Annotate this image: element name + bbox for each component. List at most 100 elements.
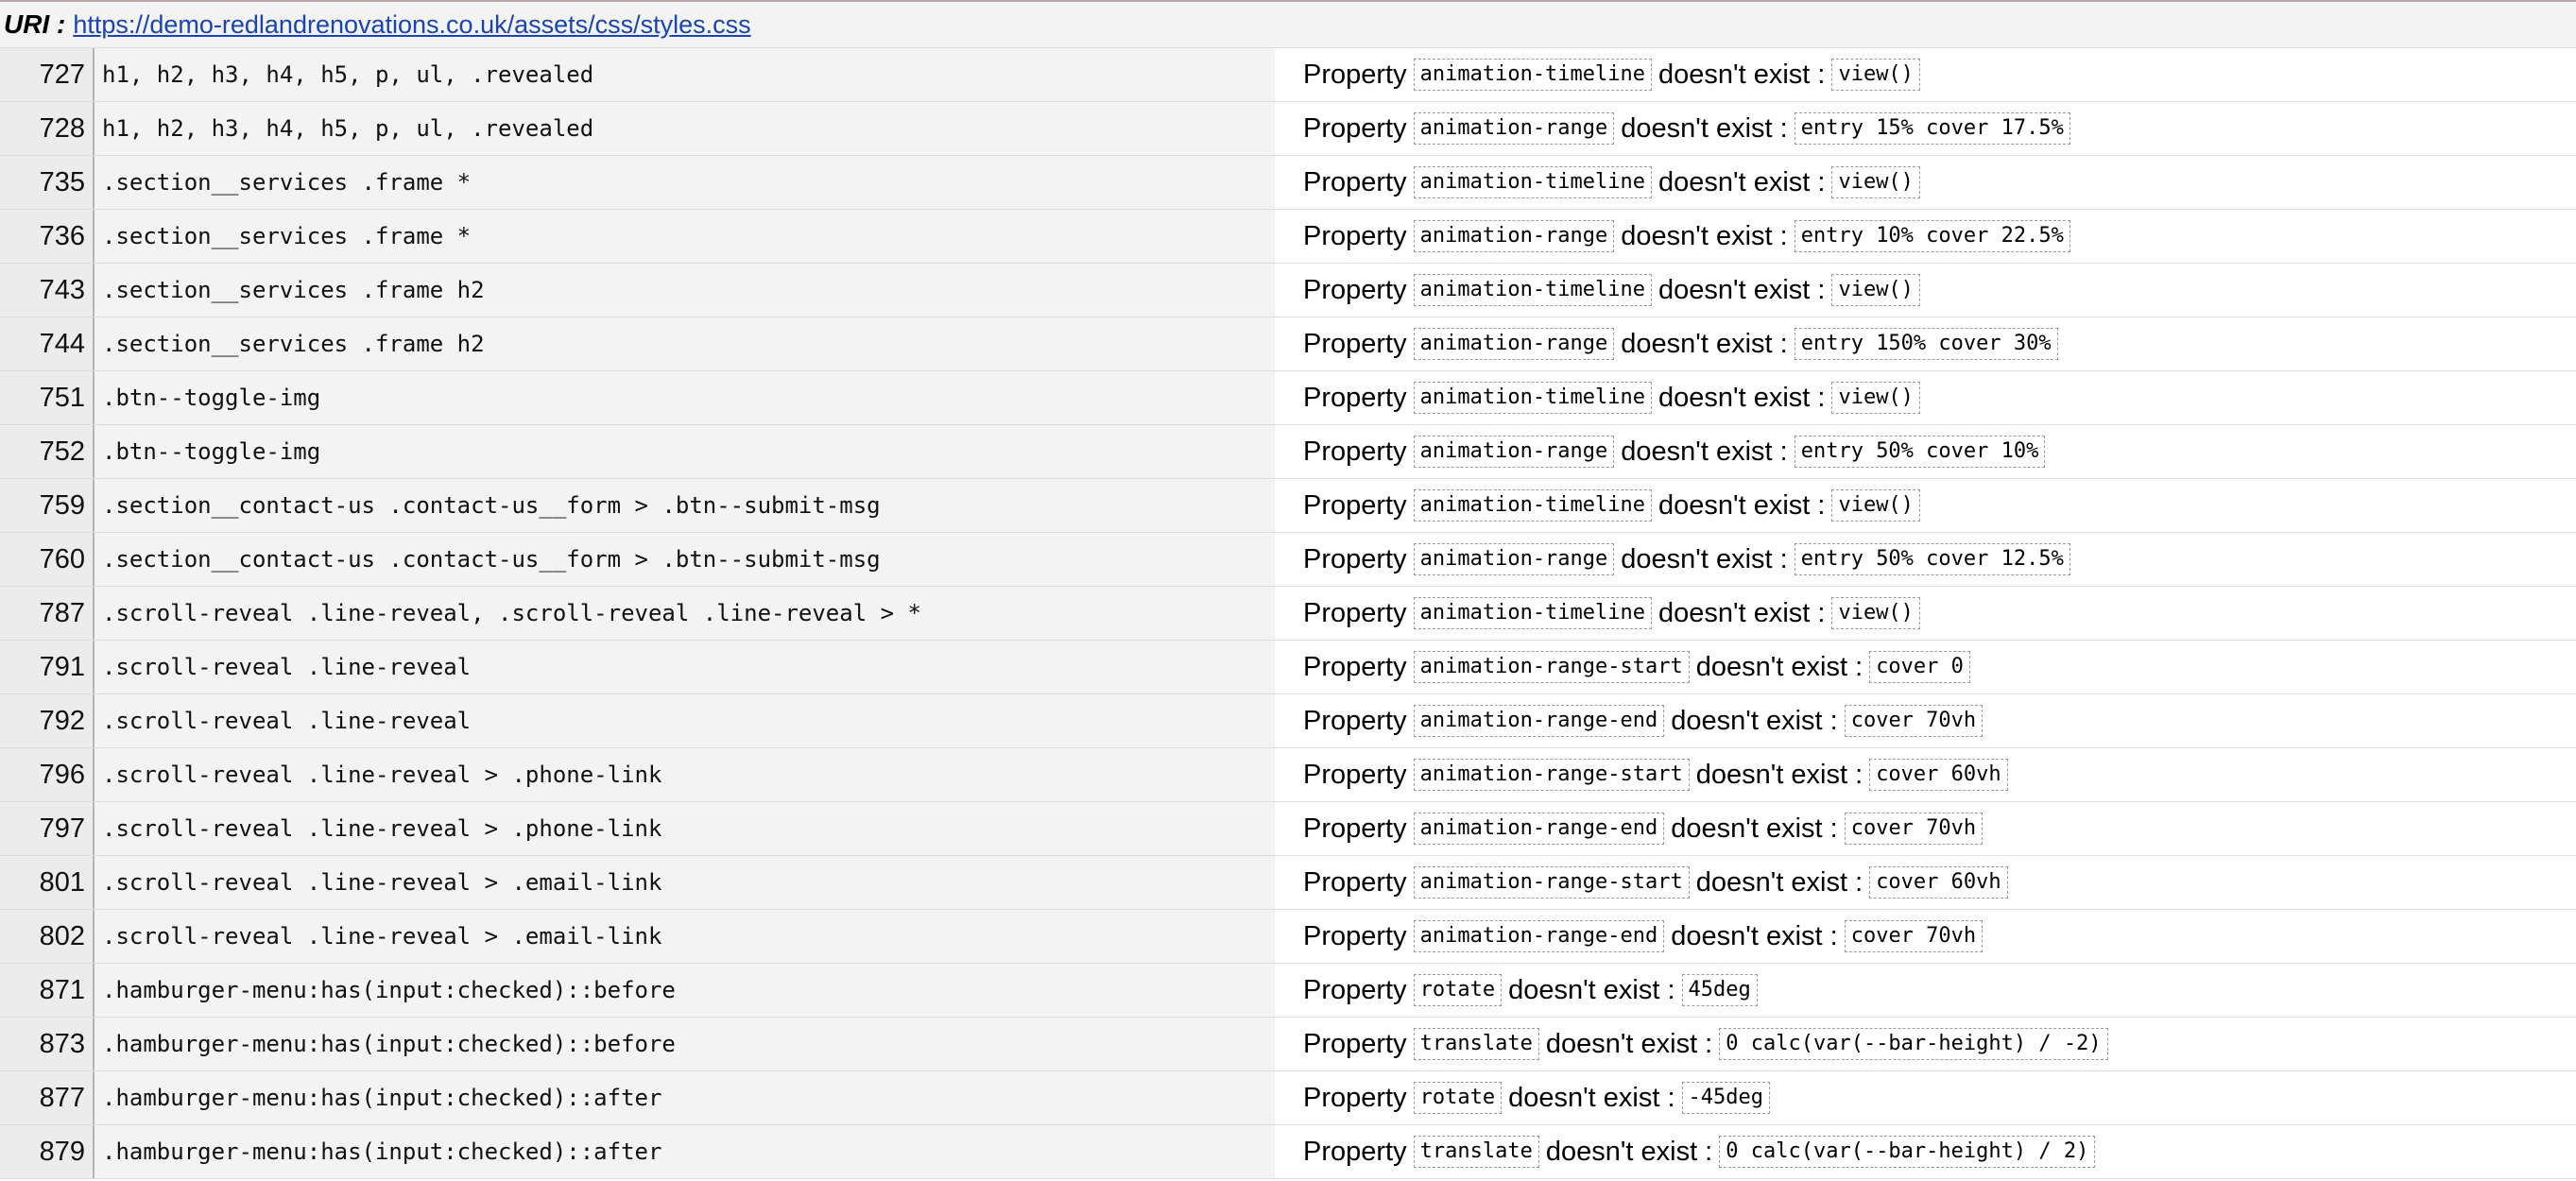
line-number: 735 — [0, 156, 94, 209]
line-number: 736 — [0, 210, 94, 263]
line-number: 792 — [0, 694, 94, 747]
uri-link[interactable]: https://demo-redlandrenovations.co.uk/as… — [73, 10, 750, 40]
error-message: Property animation-range-end doesn't exi… — [1275, 910, 2576, 963]
property-name: animation-range-start — [1413, 650, 1690, 684]
table-row: 727 h1, h2, h3, h4, h5, p, ul, .revealed… — [0, 48, 2576, 102]
property-label: Property — [1303, 543, 1407, 574]
property-value: cover 70vh — [1844, 704, 1984, 738]
error-table: 727 h1, h2, h3, h4, h5, p, ul, .revealed… — [0, 47, 2576, 1179]
line-number: 743 — [0, 264, 94, 317]
property-label: Property — [1303, 436, 1407, 467]
table-row: 802 .scroll-reveal .line-reveal > .email… — [0, 910, 2576, 964]
error-message: Property animation-range doesn't exist :… — [1275, 533, 2576, 586]
table-row: 759 .section__contact-us .contact-us__fo… — [0, 479, 2576, 533]
doesnt-exist-label: doesn't exist : — [1658, 59, 1826, 90]
table-row: 877 .hamburger-menu:has(input:checked)::… — [0, 1071, 2576, 1125]
property-label: Property — [1303, 220, 1407, 251]
line-number: 728 — [0, 102, 94, 155]
property-name: rotate — [1413, 973, 1503, 1007]
property-name: animation-timeline — [1413, 273, 1653, 307]
table-row: 728 h1, h2, h3, h4, h5, p, ul, .revealed… — [0, 102, 2576, 156]
property-label: Property — [1303, 112, 1407, 144]
css-selector: .scroll-reveal .line-reveal, .scroll-rev… — [94, 587, 1275, 640]
doesnt-exist-label: doesn't exist : — [1621, 543, 1788, 574]
property-name: animation-range-end — [1413, 812, 1665, 846]
uri-bar: URI : https://demo-redlandrenovations.co… — [0, 0, 2576, 47]
line-number: 873 — [0, 1018, 94, 1070]
error-message: Property animation-timeline doesn't exis… — [1275, 264, 2576, 317]
error-message: Property animation-range-start doesn't e… — [1275, 641, 2576, 693]
property-label: Property — [1303, 274, 1407, 305]
line-number: 796 — [0, 748, 94, 801]
line-number: 752 — [0, 425, 94, 478]
property-name: translate — [1413, 1027, 1539, 1061]
css-selector: .btn--toggle-img — [94, 425, 1275, 478]
doesnt-exist-label: doesn't exist : — [1695, 866, 1863, 898]
table-row: 801 .scroll-reveal .line-reveal > .email… — [0, 856, 2576, 910]
doesnt-exist-label: doesn't exist : — [1621, 328, 1788, 359]
property-label: Property — [1303, 489, 1407, 521]
property-value: entry 50% cover 12.5% — [1794, 542, 2070, 576]
line-number: 744 — [0, 317, 94, 370]
css-selector: .section__services .frame h2 — [94, 317, 1275, 370]
property-value: entry 150% cover 30% — [1794, 327, 2058, 361]
css-selector: .hamburger-menu:has(input:checked)::befo… — [94, 964, 1275, 1017]
error-message: Property animation-range-start doesn't e… — [1275, 856, 2576, 909]
line-number: 871 — [0, 964, 94, 1017]
table-row: 752 .btn--toggle-img Property animation-… — [0, 425, 2576, 479]
table-row: 744 .section__services .frame h2 Propert… — [0, 317, 2576, 371]
property-label: Property — [1303, 920, 1407, 951]
css-selector: .scroll-reveal .line-reveal > .email-lin… — [94, 910, 1275, 963]
doesnt-exist-label: doesn't exist : — [1545, 1028, 1713, 1059]
property-name: animation-range — [1413, 219, 1615, 253]
table-row: 797 .scroll-reveal .line-reveal > .phone… — [0, 802, 2576, 856]
property-value: view() — [1831, 273, 1920, 307]
property-value: entry 15% cover 17.5% — [1794, 111, 2070, 145]
doesnt-exist-label: doesn't exist : — [1658, 274, 1826, 305]
property-value: -45deg — [1681, 1081, 1770, 1115]
line-number: 802 — [0, 910, 94, 963]
doesnt-exist-label: doesn't exist : — [1545, 1136, 1713, 1167]
doesnt-exist-label: doesn't exist : — [1508, 1082, 1675, 1113]
table-row: 796 .scroll-reveal .line-reveal > .phone… — [0, 748, 2576, 802]
line-number: 751 — [0, 371, 94, 424]
property-name: rotate — [1413, 1081, 1503, 1115]
css-selector: h1, h2, h3, h4, h5, p, ul, .revealed — [94, 102, 1275, 155]
css-selector: .hamburger-menu:has(input:checked)::afte… — [94, 1071, 1275, 1124]
doesnt-exist-label: doesn't exist : — [1508, 974, 1675, 1005]
doesnt-exist-label: doesn't exist : — [1658, 597, 1826, 628]
property-label: Property — [1303, 59, 1407, 90]
css-selector: .section__contact-us .contact-us__form >… — [94, 479, 1275, 532]
table-row: 873 .hamburger-menu:has(input:checked)::… — [0, 1018, 2576, 1071]
line-number: 787 — [0, 587, 94, 640]
table-row: 743 .section__services .frame h2 Propert… — [0, 264, 2576, 317]
css-selector: .hamburger-menu:has(input:checked)::afte… — [94, 1125, 1275, 1178]
css-selector: .section__services .frame h2 — [94, 264, 1275, 317]
property-value: 0 calc(var(--bar-height) / -2) — [1719, 1027, 2108, 1061]
doesnt-exist-label: doesn't exist : — [1621, 220, 1788, 251]
css-selector: .btn--toggle-img — [94, 371, 1275, 424]
property-name: animation-range-start — [1413, 758, 1690, 792]
property-value: 45deg — [1681, 973, 1758, 1007]
error-message: Property animation-range doesn't exist :… — [1275, 210, 2576, 263]
table-row: 736 .section__services .frame * Property… — [0, 210, 2576, 264]
table-row: 791 .scroll-reveal .line-reveal Property… — [0, 641, 2576, 694]
line-number: 877 — [0, 1071, 94, 1124]
doesnt-exist-label: doesn't exist : — [1671, 920, 1838, 951]
error-message: Property translate doesn't exist : 0 cal… — [1275, 1018, 2576, 1070]
line-number: 797 — [0, 802, 94, 855]
property-value: view() — [1831, 488, 1920, 522]
property-name: animation-range-start — [1413, 865, 1690, 899]
doesnt-exist-label: doesn't exist : — [1621, 436, 1788, 467]
error-message: Property animation-timeline doesn't exis… — [1275, 48, 2576, 101]
property-name: animation-range-end — [1413, 919, 1665, 953]
line-number: 727 — [0, 48, 94, 101]
property-value: cover 70vh — [1844, 919, 1984, 953]
error-message: Property animation-range-end doesn't exi… — [1275, 802, 2576, 855]
property-value: view() — [1831, 596, 1920, 630]
table-row: 792 .scroll-reveal .line-reveal Property… — [0, 694, 2576, 748]
css-selector: h1, h2, h3, h4, h5, p, ul, .revealed — [94, 48, 1275, 101]
property-value: 0 calc(var(--bar-height) / 2) — [1719, 1135, 2096, 1169]
line-number: 760 — [0, 533, 94, 586]
css-selector: .scroll-reveal .line-reveal > .phone-lin… — [94, 748, 1275, 801]
